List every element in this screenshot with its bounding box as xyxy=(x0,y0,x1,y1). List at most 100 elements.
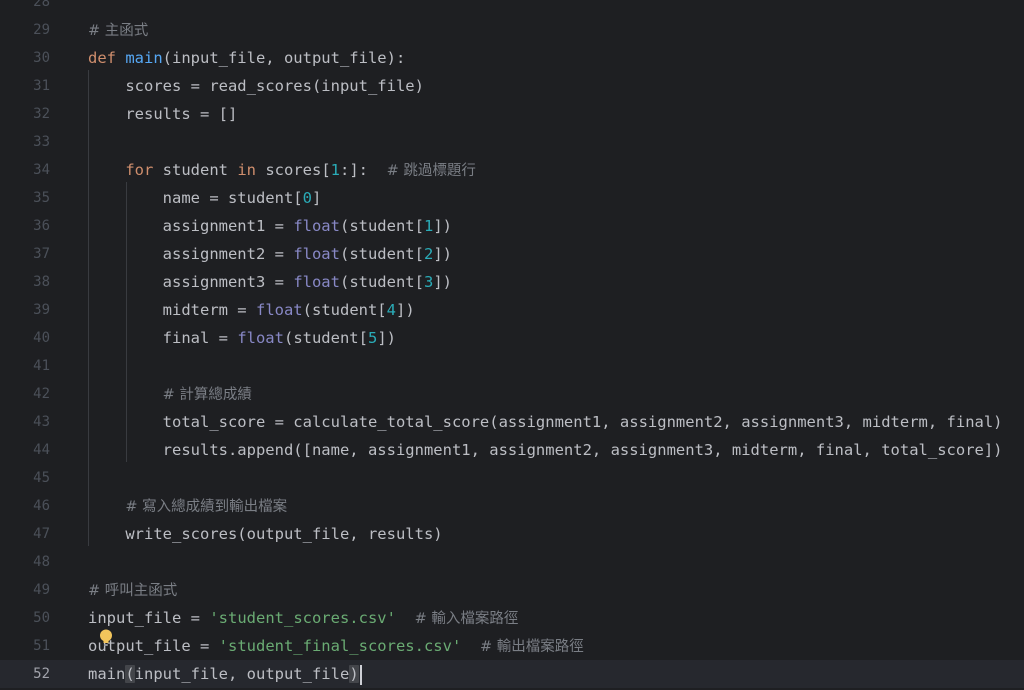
code-text[interactable]: assignment2 = float(student[2]) xyxy=(88,240,452,268)
code-line[interactable]: 28 xyxy=(0,0,1024,16)
lightbulb-icon[interactable] xyxy=(99,629,113,647)
code-line[interactable]: 50 input_file = 'student_scores.csv' # 輸入… xyxy=(0,604,1024,632)
code-line[interactable]: 35 name = student[0] xyxy=(0,184,1024,212)
code-token: results.append([name, assignment1, assig… xyxy=(88,441,1003,459)
line-number: 48 xyxy=(33,554,50,570)
line-number: 50 xyxy=(33,610,50,626)
code-token: input_file = xyxy=(88,609,210,627)
code-token: final = xyxy=(88,329,238,347)
code-token: float xyxy=(255,301,303,319)
code-token: (student[ xyxy=(339,217,424,235)
code-token: input_file, output_file xyxy=(134,665,350,683)
code-token: for xyxy=(125,161,154,179)
code-token: 3 xyxy=(423,273,434,291)
code-text[interactable]: def main(input_file, output_file): xyxy=(88,44,405,72)
code-token: assignment2 = xyxy=(88,245,294,263)
code-text[interactable]: name = student[0] xyxy=(88,184,322,212)
line-number: 37 xyxy=(33,246,50,262)
indent-guide xyxy=(126,182,127,462)
code-text[interactable]: results.append([name, assignment1, assig… xyxy=(88,436,1003,464)
line-number: 47 xyxy=(33,526,50,542)
code-token: in xyxy=(237,161,256,179)
code-line[interactable]: 34 for student in scores[1:]: # 跳過標題行 xyxy=(0,156,1024,184)
code-line[interactable]: 51 output_file = 'student_final_scores.cs… xyxy=(0,632,1024,660)
code-line[interactable]: 47 write_scores(output_file, results) xyxy=(0,520,1024,548)
code-line[interactable]: 46 # 寫入總成績到輸出檔案 xyxy=(0,492,1024,520)
line-number: 49 xyxy=(33,582,50,598)
code-line[interactable]: 38 assignment3 = float(student[3]) xyxy=(0,268,1024,296)
code-text[interactable]: input_file = 'student_scores.csv' # 輸入檔案… xyxy=(88,604,518,633)
line-number: 45 xyxy=(33,470,50,486)
matched-paren: ( xyxy=(125,665,135,683)
code-line[interactable]: 45 xyxy=(0,464,1024,492)
code-text[interactable]: assignment3 = float(student[3]) xyxy=(88,268,452,296)
line-number: 29 xyxy=(33,22,50,38)
code-token: 4 xyxy=(386,301,396,319)
code-text[interactable]: midterm = float(student[4]) xyxy=(88,296,415,324)
code-line[interactable]: 48 xyxy=(0,548,1024,576)
line-number: 42 xyxy=(33,386,50,402)
code-token: float xyxy=(293,217,340,235)
code-comment: # 跳過標題行 xyxy=(386,163,476,179)
code-line[interactable]: 43 total_score = calculate_total_score(a… xyxy=(0,408,1024,436)
line-number: 44 xyxy=(33,442,50,458)
code-text[interactable]: # 主函式 xyxy=(88,16,148,45)
code-token: main xyxy=(125,49,163,67)
code-text[interactable]: # 寫入總成績到輸出檔案 xyxy=(88,492,287,521)
code-token: float xyxy=(237,329,284,347)
code-line[interactable]: 40 final = float(student[5]) xyxy=(0,324,1024,352)
code-text[interactable]: assignment1 = float(student[1]) xyxy=(88,212,452,240)
code-text[interactable]: main(input_file, output_file) xyxy=(88,660,362,688)
code-text[interactable]: total_score = calculate_total_score(assi… xyxy=(88,408,1003,436)
code-line[interactable]: 42 # 計算總成績 xyxy=(0,380,1024,408)
line-number: 33 xyxy=(33,134,50,150)
line-number: 28 xyxy=(33,0,50,10)
code-line[interactable]: 37 assignment2 = float(student[2]) xyxy=(0,240,1024,268)
code-editor[interactable]: 52 main(input_file, output_file) 51 output_… xyxy=(0,0,1024,690)
code-line[interactable]: 39 midterm = float(student[4]) xyxy=(0,296,1024,324)
code-line[interactable]: 30 def main(input_file, output_file): xyxy=(0,44,1024,72)
code-line[interactable]: 33 xyxy=(0,128,1024,156)
code-text[interactable]: results = [] xyxy=(88,100,237,128)
code-line[interactable]: 29 # 主函式 xyxy=(0,16,1024,44)
code-token: (student[ xyxy=(302,301,387,319)
code-token: student xyxy=(153,161,238,179)
code-token: float xyxy=(293,245,340,263)
code-comment: # 主函式 xyxy=(88,23,149,39)
code-token: def xyxy=(88,49,126,67)
code-line[interactable]: 31 scores = read_scores(input_file) xyxy=(0,72,1024,100)
code-token: scores = read_scores(input_file) xyxy=(88,77,424,95)
code-line[interactable]: 41 xyxy=(0,352,1024,380)
code-comment: # 呼叫主函式 xyxy=(88,583,178,599)
code-text[interactable]: # 呼叫主函式 xyxy=(88,576,177,605)
line-number: 30 xyxy=(33,50,50,66)
code-text[interactable]: final = float(student[5]) xyxy=(88,324,396,352)
code-line[interactable]: 32 results = [] xyxy=(0,100,1024,128)
code-token: assignment3 = xyxy=(88,273,294,291)
code-text[interactable]: # 計算總成績 xyxy=(88,380,252,409)
code-token: ]) xyxy=(377,329,396,347)
code-line[interactable]: 44 results.append([name, assignment1, as… xyxy=(0,436,1024,464)
code-token: ]) xyxy=(396,301,415,319)
code-token: (student[ xyxy=(283,329,368,347)
code-text[interactable]: for student in scores[1:]: # 跳過標題行 xyxy=(88,156,476,185)
code-token: ]) xyxy=(433,217,452,235)
code-comment: # 寫入總成績到輸出檔案 xyxy=(125,499,288,515)
line-number: 39 xyxy=(33,302,50,318)
code-text[interactable]: write_scores(output_file, results) xyxy=(88,520,442,548)
code-token: total_score = calculate_total_score(assi… xyxy=(88,413,1003,431)
code-line[interactable]: 52 main(input_file, output_file) xyxy=(0,660,1024,688)
code-line[interactable]: 49 # 呼叫主函式 xyxy=(0,576,1024,604)
code-token: ]) xyxy=(433,273,452,291)
code-token: 'student_final_scores.csv' xyxy=(218,637,462,655)
code-token: ] xyxy=(311,189,322,207)
code-token: 0 xyxy=(302,189,312,207)
code-token: 2 xyxy=(423,245,434,263)
code-text[interactable]: scores = read_scores(input_file) xyxy=(88,72,424,100)
code-text[interactable]: output_file = 'student_final_scores.csv'… xyxy=(88,632,584,661)
code-token: 1 xyxy=(423,217,434,235)
code-line[interactable]: 36 assignment1 = float(student[1]) xyxy=(0,212,1024,240)
code-token: (student[ xyxy=(339,245,424,263)
